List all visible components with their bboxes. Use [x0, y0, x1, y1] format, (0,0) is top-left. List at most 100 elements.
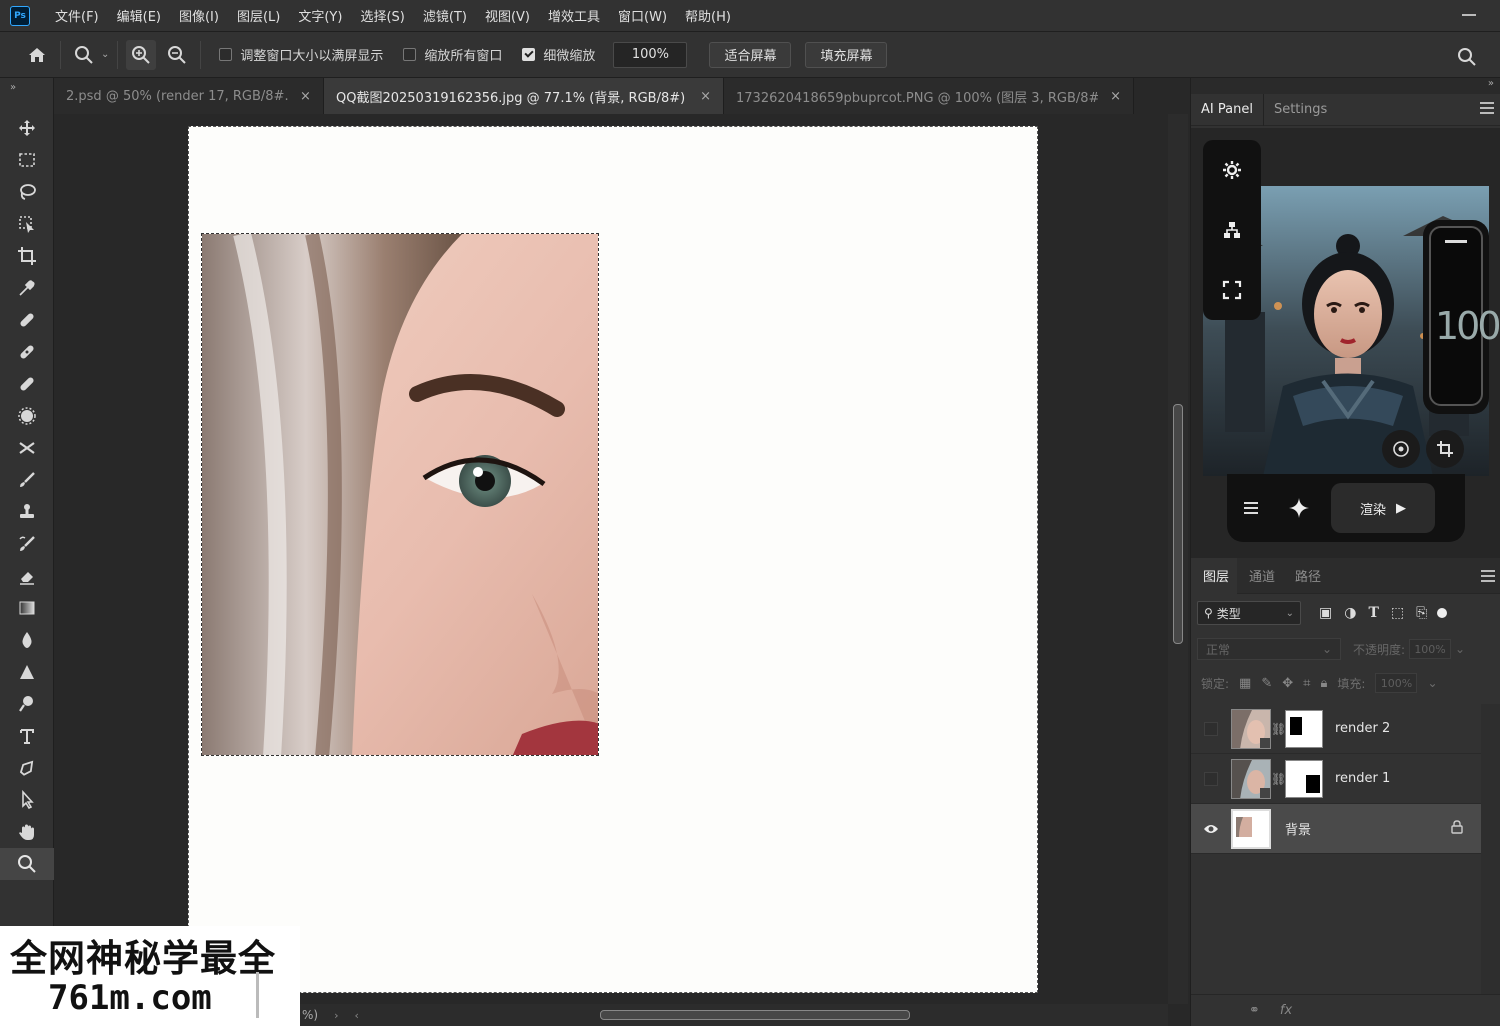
fullscreen-icon[interactable] [1203, 260, 1261, 320]
patch-tool-icon[interactable] [0, 400, 54, 432]
menu-edit[interactable]: 编辑(E) [108, 6, 170, 25]
object-selection-tool-icon[interactable] [0, 208, 54, 240]
window-minimize-button[interactable] [1462, 14, 1476, 16]
zoom-tool-icon[interactable] [0, 848, 54, 880]
lock-position-icon[interactable]: ✥ [1282, 676, 1293, 691]
eyedropper-tool-icon[interactable] [0, 272, 54, 304]
gear-icon[interactable] [1203, 140, 1261, 200]
type-tool-icon[interactable] [0, 720, 54, 752]
visibility-toggle[interactable] [1191, 771, 1231, 786]
layer-row-background[interactable]: 背景 [1191, 804, 1481, 854]
dodge-tool-icon[interactable] [0, 688, 54, 720]
pen-tool-icon[interactable] [0, 752, 54, 784]
fill-screen-button[interactable]: 填充屏幕 [805, 41, 888, 68]
smart-object-filter-icon[interactable]: ⎘ [1416, 605, 1427, 621]
path-selection-tool-icon[interactable] [0, 784, 54, 816]
vertical-scrollbar[interactable] [1168, 114, 1188, 1004]
scroll-left-icon[interactable]: ‹ [355, 1009, 359, 1022]
collapse-panels-icon[interactable]: » [1488, 78, 1494, 89]
menu-select[interactable]: 选择(S) [351, 6, 413, 25]
crop-icon[interactable] [1426, 430, 1464, 468]
scrollbar-thumb[interactable] [600, 1010, 910, 1020]
fx-icon[interactable]: fx [1280, 1003, 1292, 1018]
eraser-tool-icon[interactable] [0, 560, 54, 592]
lock-image-icon[interactable]: ✎ [1261, 676, 1272, 691]
tab-channels[interactable]: 通道 [1237, 558, 1283, 594]
menu-view[interactable]: 视图(V) [476, 6, 539, 25]
scrollbar-thumb[interactable] [1173, 404, 1183, 644]
healing-brush-tool-icon[interactable] [0, 368, 54, 400]
fill-field[interactable]: 100% [1375, 673, 1418, 693]
layers-scrollbar[interactable] [1481, 704, 1500, 994]
tab-document-3[interactable]: 1732620418659pbuprcot.PNG @ 100% (图层 3, … [724, 78, 1134, 114]
layers-menu-icon[interactable] [1481, 570, 1495, 582]
menu-filter[interactable]: 滤镜(T) [414, 6, 476, 25]
layer-mask-thumbnail[interactable] [1285, 759, 1323, 798]
portrait-image[interactable] [201, 233, 599, 756]
resize-windows-option[interactable]: 调整窗口大小以满屏显示 [219, 45, 383, 64]
blur-tool-icon[interactable] [0, 624, 54, 656]
chevron-down-icon[interactable]: ⌄ [101, 49, 109, 60]
crop-tool-icon[interactable] [0, 240, 54, 272]
strength-slider[interactable]: 100 [1423, 220, 1500, 414]
clone-stamp-tool-icon[interactable] [0, 496, 54, 528]
pixel-layer-filter-icon[interactable]: ▣ [1319, 605, 1332, 621]
resize-windows-checkbox[interactable] [219, 48, 233, 61]
link-icon[interactable]: ⛓ [1271, 722, 1286, 736]
home-icon[interactable] [22, 40, 52, 70]
chevron-down-icon[interactable]: ⌄ [1427, 676, 1437, 690]
tab-document-2[interactable]: QQ截图20250319162356.jpg @ 77.1% (背景, RGB/… [324, 78, 724, 114]
sparkle-icon[interactable] [1275, 497, 1323, 519]
layer-mask-thumbnail[interactable] [1285, 709, 1323, 748]
link-icon[interactable]: ⛓ [1271, 772, 1286, 786]
lock-artboard-icon[interactable]: ⌗ [1303, 676, 1310, 691]
move-tool-icon[interactable] [0, 112, 54, 144]
layer-kind-filter[interactable]: ⚲ 类型 ⌄ [1197, 601, 1301, 625]
lock-all-icon[interactable]: 🔒︎ [1320, 676, 1327, 691]
scrubby-zoom-checkbox[interactable] [522, 48, 536, 61]
zoom-all-windows-checkbox[interactable] [403, 48, 417, 61]
status-chevron-icon[interactable]: › [334, 1009, 338, 1022]
opacity-field[interactable]: 100% [1409, 639, 1452, 659]
adjustment-layer-filter-icon[interactable]: ◑ [1344, 605, 1356, 621]
tab-settings[interactable]: Settings [1264, 94, 1337, 126]
canvas-workspace[interactable] [54, 114, 1168, 1004]
hierarchy-icon[interactable] [1203, 200, 1261, 260]
gradient-tool-icon[interactable] [0, 592, 54, 624]
slider-handle[interactable] [1445, 240, 1467, 243]
content-aware-move-tool-icon[interactable] [0, 432, 54, 464]
fit-screen-button[interactable]: 适合屏幕 [709, 41, 792, 68]
zoom-percentage-field[interactable]: 100% [613, 41, 688, 68]
menu-plugins[interactable]: 增效工具 [539, 6, 609, 25]
toolbar-collapse-icon[interactable]: » [0, 78, 53, 112]
menu-file[interactable]: 文件(F) [46, 6, 108, 25]
history-brush-tool-icon[interactable] [0, 528, 54, 560]
tab-document-1[interactable]: 2.psd @ 50% (render 17, RGB/8#... × [54, 78, 324, 114]
spot-healing-tool-icon[interactable] [0, 304, 54, 336]
zoom-tool-preset-icon[interactable] [69, 40, 99, 70]
menu-window[interactable]: 窗口(W) [609, 6, 676, 25]
tab-layers[interactable]: 图层 [1191, 557, 1238, 594]
slider-track[interactable]: 100 [1429, 226, 1500, 406]
menu-help[interactable]: 帮助(H) [676, 6, 740, 25]
filter-toggle-icon[interactable] [1437, 608, 1448, 618]
visibility-toggle[interactable] [1191, 721, 1231, 736]
tab-ai-panel[interactable]: AI Panel [1191, 93, 1264, 126]
shape-layer-filter-icon[interactable]: ⬚ [1391, 605, 1404, 621]
brush-tool-icon[interactable] [0, 464, 54, 496]
document-canvas[interactable] [188, 126, 1038, 993]
marquee-tool-icon[interactable] [0, 144, 54, 176]
lock-transparent-icon[interactable]: ▦ [1239, 676, 1251, 691]
panel-menu-icon[interactable] [1480, 102, 1494, 114]
sharpen-tool-icon[interactable] [0, 656, 54, 688]
menu-type[interactable]: 文字(Y) [289, 6, 351, 25]
render-button[interactable]: 渲染 ▶ [1331, 483, 1435, 533]
target-icon[interactable] [1382, 430, 1420, 468]
lasso-tool-icon[interactable] [0, 176, 54, 208]
search-icon[interactable] [1452, 42, 1482, 72]
zoom-out-icon[interactable] [162, 40, 192, 70]
chevron-down-icon[interactable]: ⌄ [1455, 642, 1465, 656]
link-layers-icon[interactable]: ⚭ [1249, 1003, 1260, 1018]
eye-icon[interactable] [1191, 823, 1231, 835]
close-icon[interactable]: × [300, 89, 311, 104]
